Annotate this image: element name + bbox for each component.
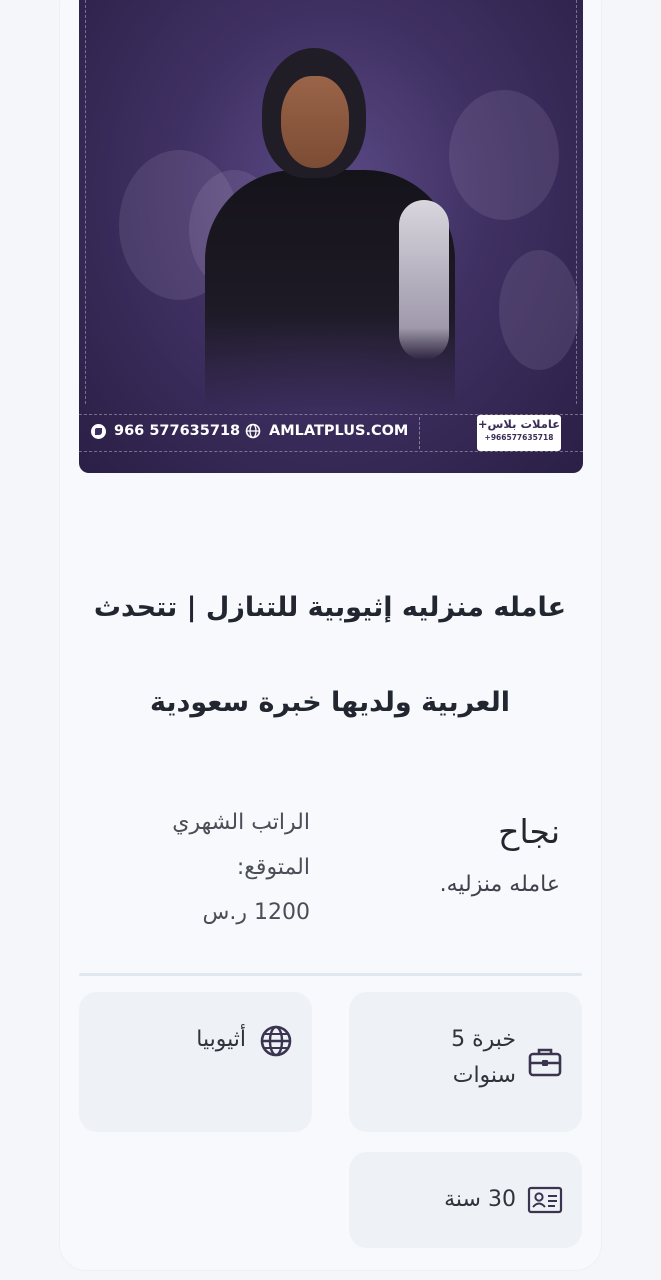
banner-website-text: AMLATPLUS.COM (269, 423, 409, 439)
banner-phone-text: 966 577635718 (114, 423, 241, 439)
banner-website: AMLATPLUS.COM (245, 423, 408, 439)
salary-value: 1200 ر.س (202, 900, 310, 925)
brand-logo-text: عاملات بلاس+ (477, 417, 561, 431)
listing-title: عامله منزليه إثيوبية للتنازل | تتحدث الع… (80, 560, 580, 750)
experience-line-1: خبرة 5 (451, 1027, 516, 1052)
background-figure (449, 90, 559, 220)
id-card-icon (527, 1186, 563, 1214)
nationality-text: أثيوبيا (196, 1027, 246, 1052)
banner-phone: 966 577635718 (91, 423, 240, 439)
worker-photo-sleeve (399, 200, 449, 360)
worker-role: عامله منزليه. (439, 872, 560, 897)
phone-icon (91, 423, 106, 439)
worker-banner-image: 966 577635718 AMLATPLUS.COM عاملات بلاس+… (79, 0, 583, 473)
experience-text: خبرة 5 سنوات (396, 1022, 516, 1094)
experience-line-2: سنوات (452, 1063, 516, 1088)
section-divider (79, 973, 582, 976)
brand-logo: عاملات بلاس+ +966577635718 (477, 415, 561, 451)
experience-chip: خبرة 5 سنوات (349, 992, 582, 1132)
listing-title-line-1: عامله منزليه إثيوبية للتنازل | تتحدث (93, 592, 567, 623)
nationality-chip: أثيوبيا (79, 992, 312, 1132)
worker-name: نجاح (498, 812, 560, 851)
worker-photo-face (281, 76, 349, 168)
globe-icon (245, 423, 261, 439)
age-text: 30 سنة (444, 1187, 516, 1212)
brand-logo-number: +966577635718 (484, 433, 554, 442)
listing-title-line-2: العربية ولديها خبرة سعودية (149, 687, 511, 718)
globe-icon (260, 1025, 292, 1057)
briefcase-icon (528, 1048, 562, 1077)
salary-label-line-2: المتوقع: (236, 855, 310, 880)
background-figure (499, 250, 579, 370)
age-chip: 30 سنة (349, 1152, 582, 1248)
expected-salary: الراتب الشهري المتوقع: 1200 ر.س (100, 800, 310, 935)
salary-label-line-1: الراتب الشهري (172, 810, 310, 835)
banner-separator (419, 417, 420, 449)
